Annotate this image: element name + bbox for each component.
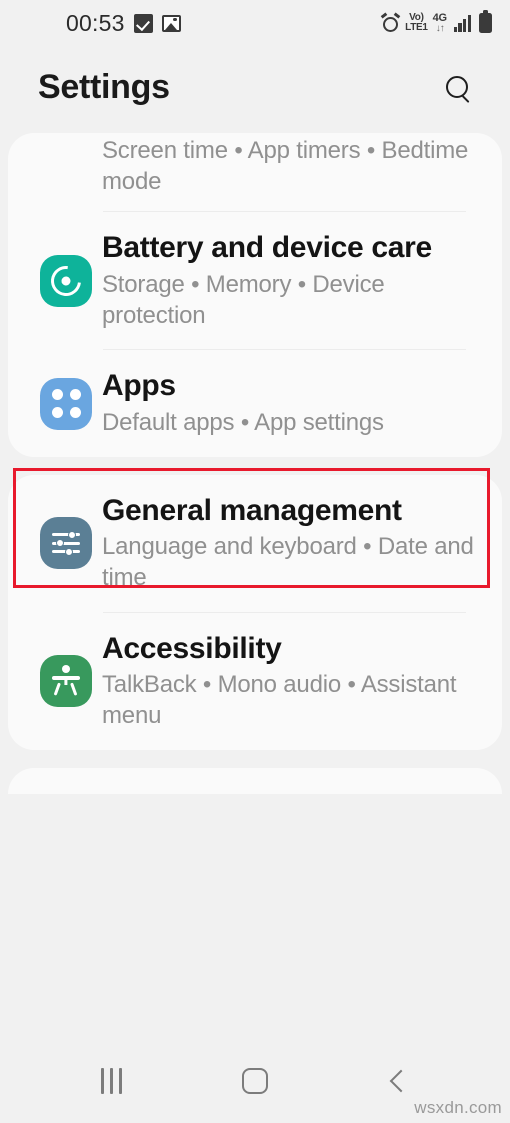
checkbox-filled-icon <box>133 13 153 33</box>
volte-icon: Vo) LTE1 <box>405 12 428 33</box>
home-icon <box>241 1067 268 1094</box>
settings-card-1: Screen time • App timers • Bedtime mode … <box>8 133 502 457</box>
settings-row-subtitle: Language and keyboard • Date and time <box>102 533 474 592</box>
settings-row-general-management[interactable]: General management Language and keyboard… <box>8 475 502 612</box>
row-icon-slot <box>30 517 102 570</box>
recents-button[interactable] <box>76 1050 148 1112</box>
row-icon-slot <box>30 655 102 708</box>
sliders-icon <box>40 517 92 570</box>
settings-row-title: Accessibility <box>102 631 282 665</box>
row-icon-slot <box>30 254 102 307</box>
phone-screen: 00:53 Vo) LTE1 4G ↓↑ Settings Screen tim… <box>0 0 510 1123</box>
battery-icon <box>479 10 492 33</box>
home-button[interactable] <box>219 1050 291 1112</box>
watermark: wsxdn.com <box>414 1098 502 1117</box>
settings-card-2: General management Language and keyboard… <box>8 474 502 750</box>
alarm-icon <box>380 11 401 33</box>
back-icon <box>386 1069 410 1093</box>
status-bar-left: 00:53 <box>66 10 181 37</box>
row-text: Accessibility TalkBack • Mono audio • As… <box>102 613 480 750</box>
image-icon <box>161 14 181 32</box>
settings-row-apps[interactable]: Apps Default apps • App settings <box>8 350 502 456</box>
settings-row-subtitle: TalkBack • Mono audio • Assistant menu <box>102 671 457 730</box>
search-button[interactable] <box>434 64 480 110</box>
status-bar-clock: 00:53 <box>66 9 125 36</box>
settings-row-subtitle: Storage • Memory • Device protection <box>102 271 385 329</box>
search-icon <box>445 75 469 99</box>
status-bar: 00:53 Vo) LTE1 4G ↓↑ <box>0 0 510 46</box>
settings-row-digital-wellbeing[interactable]: Screen time • App timers • Bedtime mode <box>8 133 502 211</box>
recents-icon <box>101 1067 122 1094</box>
network-4g-icon: 4G ↓↑ <box>432 11 447 34</box>
app-header: Settings <box>0 46 510 128</box>
row-icon-slot <box>30 377 102 430</box>
apps-grid-icon <box>40 377 92 430</box>
settings-row-subtitle: Screen time • App timers • Bedtime mode <box>102 137 469 195</box>
row-text: General management Language and keyboard… <box>102 475 480 612</box>
settings-card-3-peek[interactable] <box>8 767 502 794</box>
settings-row-accessibility[interactable]: Accessibility TalkBack • Mono audio • As… <box>8 613 502 750</box>
battery-care-icon <box>40 254 92 307</box>
settings-row-battery-and-device-care[interactable]: Battery and device care Storage • Memory… <box>8 212 502 349</box>
settings-row-title: Apps <box>102 369 176 403</box>
settings-row-subtitle: Default apps • App settings <box>102 409 384 437</box>
settings-scroll-area[interactable]: Screen time • App timers • Bedtime mode … <box>0 128 510 1038</box>
signal-icon <box>453 14 471 32</box>
row-text: Apps Default apps • App settings <box>102 350 480 456</box>
accessibility-person-icon <box>40 655 92 708</box>
row-text: Screen time • App timers • Bedtime mode <box>102 133 480 211</box>
settings-row-title: Battery and device care <box>102 231 432 265</box>
page-title: Settings <box>38 67 170 106</box>
settings-row-title: General management <box>102 493 402 527</box>
row-text: Battery and device care Storage • Memory… <box>102 212 480 349</box>
status-bar-right: Vo) LTE1 4G ↓↑ <box>380 10 492 34</box>
